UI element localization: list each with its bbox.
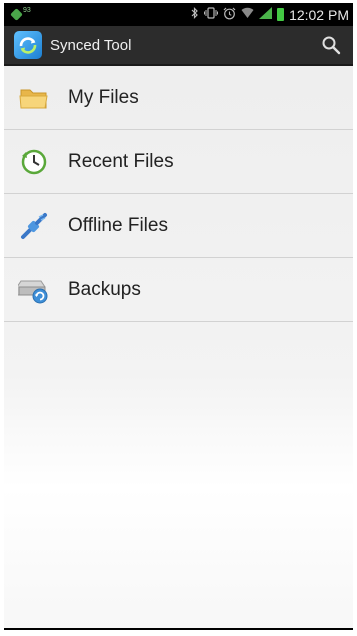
phone-screen: 93 12:02 PM Synced Tool My Files Recent … xyxy=(4,3,353,630)
app-title: Synced Tool xyxy=(50,36,132,54)
clock-icon xyxy=(18,146,50,178)
offline-icon xyxy=(18,210,50,242)
menu-item-backups[interactable]: Backups xyxy=(4,258,353,322)
backup-icon xyxy=(18,274,50,306)
notification-count: 93 xyxy=(23,7,31,14)
vibrate-icon xyxy=(204,7,219,22)
menu-list: My Files Recent Files Offline Files Back… xyxy=(4,66,353,628)
status-bar: 93 12:02 PM xyxy=(4,3,353,26)
alarm-icon xyxy=(223,7,236,23)
menu-item-my-files[interactable]: My Files xyxy=(4,66,353,130)
battery-icon xyxy=(277,8,285,21)
action-bar: Synced Tool xyxy=(4,26,353,66)
wifi-icon xyxy=(241,7,254,22)
menu-item-recent-files[interactable]: Recent Files xyxy=(4,130,353,194)
menu-item-offline-files[interactable]: Offline Files xyxy=(4,194,353,258)
bluetooth-icon xyxy=(190,7,199,22)
search-icon[interactable] xyxy=(319,33,343,57)
menu-item-label: Offline Files xyxy=(68,214,168,236)
app-logo-icon[interactable] xyxy=(14,31,42,59)
folder-icon xyxy=(18,82,50,114)
status-time: 12:02 PM xyxy=(289,6,349,23)
status-notifications: 93 xyxy=(10,7,190,21)
notification-icon xyxy=(10,8,23,21)
signal-icon xyxy=(259,7,273,22)
status-indicators: 12:02 PM xyxy=(190,7,349,23)
menu-item-label: Backups xyxy=(68,278,141,300)
menu-item-label: Recent Files xyxy=(68,150,174,172)
menu-item-label: My Files xyxy=(68,86,139,108)
